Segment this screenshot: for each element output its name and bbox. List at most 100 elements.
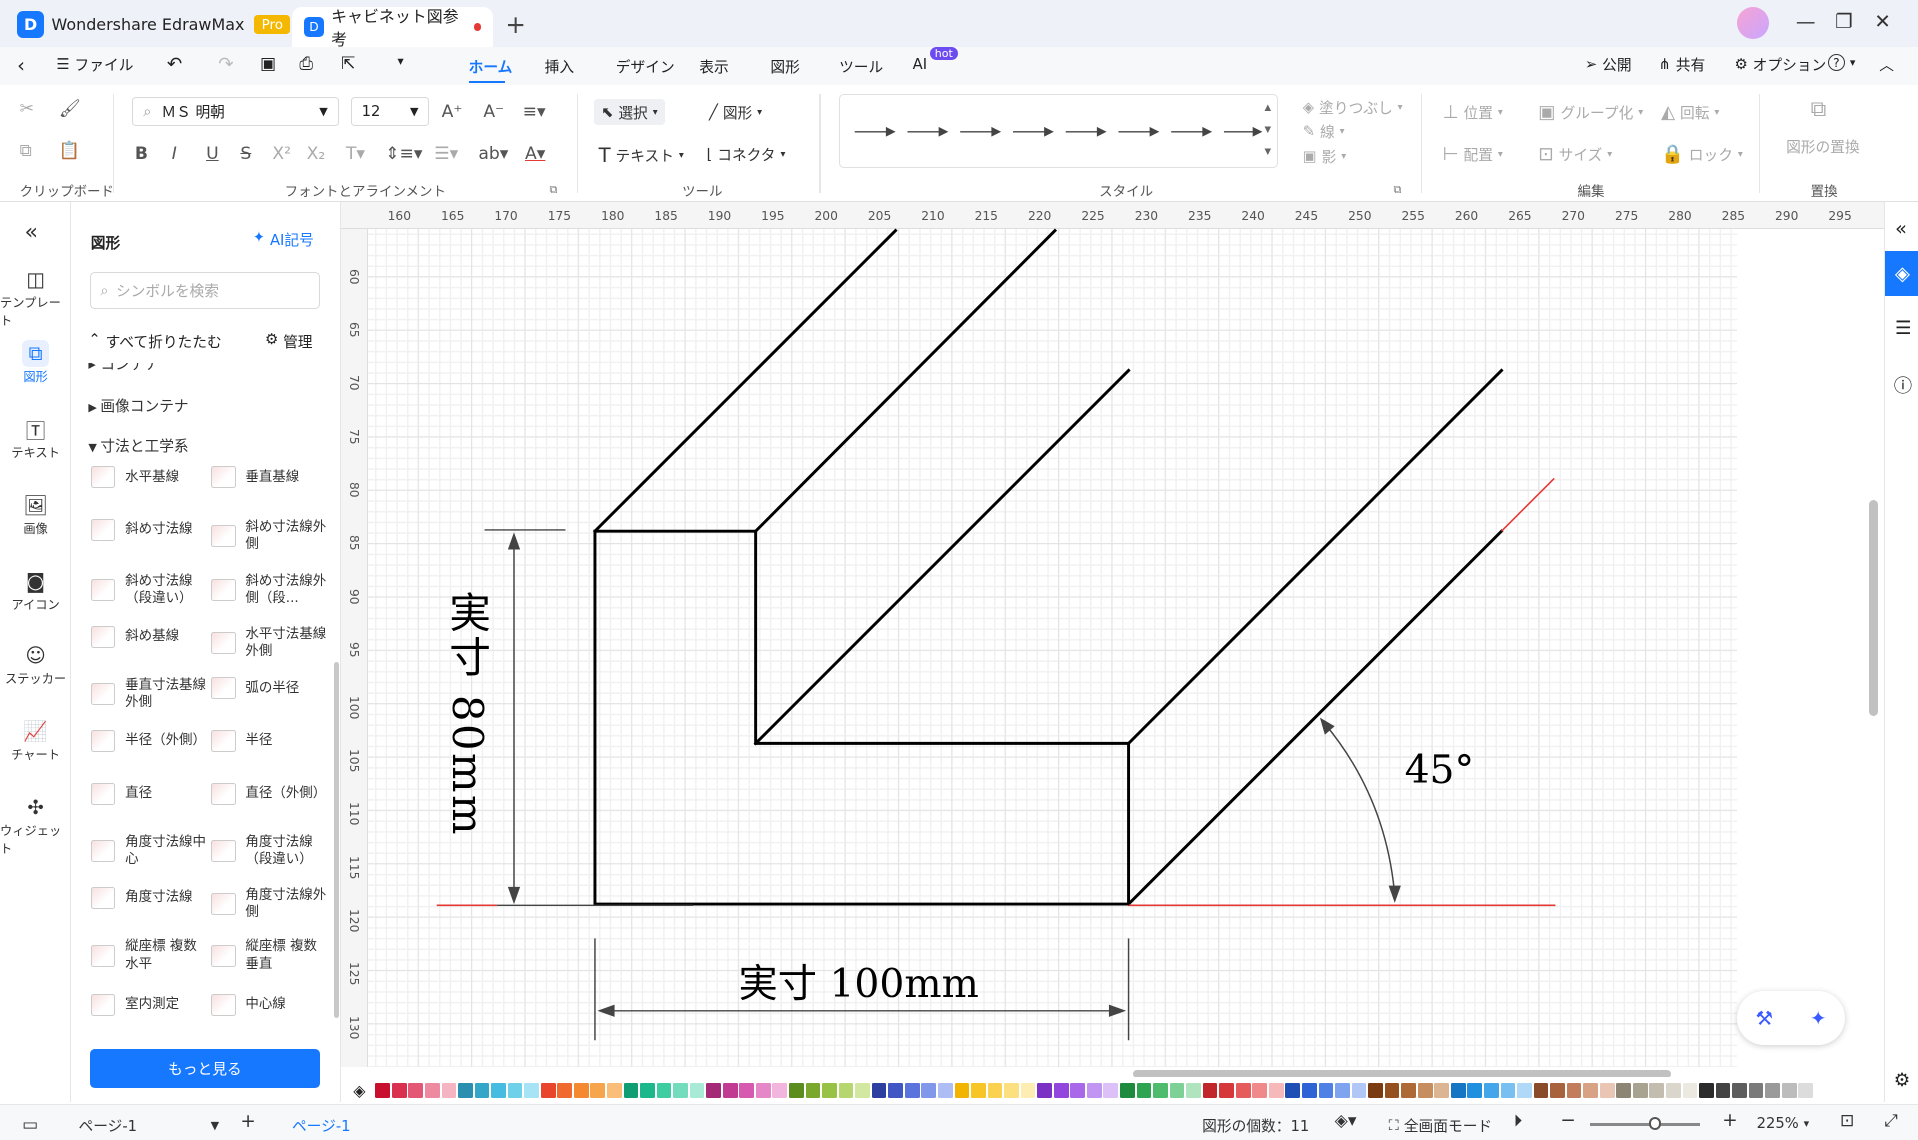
- color-swatch[interactable]: [507, 1083, 523, 1098]
- page-tab-active[interactable]: ページ-1: [292, 1115, 351, 1136]
- depth-edge-step[interactable]: [1126, 368, 1504, 746]
- color-swatch[interactable]: [822, 1083, 837, 1098]
- color-swatch[interactable]: [590, 1083, 606, 1098]
- color-swatch[interactable]: [1103, 1083, 1119, 1098]
- color-swatch[interactable]: [1666, 1083, 1681, 1098]
- color-swatch[interactable]: [1500, 1083, 1516, 1098]
- color-swatch[interactable]: [1004, 1083, 1019, 1098]
- fill-panel-button[interactable]: ◈: [1885, 251, 1918, 296]
- color-swatch[interactable]: [1252, 1083, 1268, 1098]
- extension-line-red[interactable]: [1500, 477, 1555, 532]
- color-swatch[interactable]: [1583, 1083, 1598, 1098]
- color-swatch[interactable]: [1384, 1083, 1400, 1098]
- color-swatch[interactable]: [1566, 1083, 1582, 1098]
- color-swatch[interactable]: [1732, 1083, 1747, 1098]
- color-swatch[interactable]: [1649, 1083, 1665, 1098]
- color-swatch[interactable]: [1517, 1083, 1532, 1098]
- color-swatch[interactable]: [904, 1083, 920, 1098]
- color-swatch[interactable]: [1169, 1083, 1185, 1098]
- color-swatch[interactable]: [640, 1083, 655, 1098]
- color-swatch[interactable]: [1798, 1083, 1814, 1098]
- color-swatch[interactable]: [425, 1083, 440, 1098]
- color-swatch[interactable]: [1434, 1083, 1450, 1098]
- color-swatch[interactable]: [971, 1083, 986, 1098]
- color-swatch[interactable]: [706, 1083, 722, 1098]
- zoom-slider[interactable]: [1589, 1123, 1701, 1126]
- color-swatch[interactable]: [921, 1083, 937, 1098]
- color-swatch[interactable]: [524, 1083, 539, 1098]
- color-swatch[interactable]: [1037, 1083, 1052, 1098]
- front-face-outline[interactable]: [593, 529, 1131, 906]
- color-swatch[interactable]: [441, 1083, 457, 1098]
- magic-wand-icon[interactable]: ⚒: [1755, 1007, 1773, 1030]
- color-swatch[interactable]: [937, 1083, 953, 1098]
- play-icon[interactable]: ⏵: [1514, 1111, 1523, 1131]
- color-swatch[interactable]: [557, 1083, 573, 1098]
- color-swatch[interactable]: [474, 1083, 490, 1098]
- color-swatch[interactable]: [1401, 1083, 1416, 1098]
- color-swatch[interactable]: [1202, 1083, 1218, 1098]
- color-swatch[interactable]: [888, 1083, 904, 1098]
- color-swatch[interactable]: [805, 1083, 821, 1098]
- color-swatch[interactable]: [1285, 1083, 1301, 1098]
- color-swatch[interactable]: [739, 1083, 755, 1098]
- color-swatch[interactable]: [789, 1083, 804, 1098]
- color-swatch[interactable]: [1699, 1083, 1714, 1098]
- page-properties-icon[interactable]: ☰: [1895, 318, 1912, 339]
- color-swatch[interactable]: [391, 1083, 407, 1098]
- color-swatch[interactable]: [772, 1083, 788, 1098]
- color-swatch[interactable]: [1550, 1083, 1565, 1098]
- color-swatch[interactable]: [1053, 1083, 1069, 1098]
- add-page-button[interactable]: +: [240, 1111, 255, 1132]
- layers-icon[interactable]: ◈▾: [1335, 1111, 1357, 1131]
- color-swatch[interactable]: [1450, 1083, 1466, 1098]
- depth-edge-inner[interactable]: [753, 368, 1131, 746]
- fill-bucket-icon[interactable]: ◈: [353, 1081, 365, 1100]
- depth-edge-bottom[interactable]: [1126, 529, 1504, 907]
- color-swatch[interactable]: [1748, 1083, 1764, 1098]
- color-swatch[interactable]: [1632, 1083, 1648, 1098]
- page-layout-icon[interactable]: ▭: [22, 1115, 38, 1135]
- color-swatch[interactable]: [1020, 1083, 1036, 1098]
- color-swatch[interactable]: [871, 1083, 887, 1098]
- sparkle-icon[interactable]: ✦: [1810, 1007, 1826, 1030]
- help-circle-icon[interactable]: ⓘ: [1894, 372, 1912, 398]
- color-swatch[interactable]: [1417, 1083, 1433, 1098]
- color-swatch[interactable]: [1219, 1083, 1234, 1098]
- zoom-in-button[interactable]: +: [1722, 1110, 1737, 1131]
- color-swatch[interactable]: [1153, 1083, 1168, 1098]
- color-swatch[interactable]: [408, 1083, 424, 1098]
- angle-label[interactable]: 45°: [1405, 748, 1475, 793]
- color-swatch[interactable]: [623, 1083, 639, 1098]
- color-swatch[interactable]: [673, 1083, 688, 1098]
- color-swatch[interactable]: [1765, 1083, 1781, 1098]
- color-swatch[interactable]: [1086, 1083, 1102, 1098]
- zoom-slider-handle[interactable]: [1648, 1117, 1661, 1130]
- angle-arc[interactable]: [1324, 723, 1396, 896]
- color-swatch[interactable]: [987, 1083, 1003, 1098]
- color-swatch[interactable]: [375, 1083, 391, 1098]
- color-swatch[interactable]: [540, 1083, 556, 1098]
- color-swatch[interactable]: [573, 1083, 589, 1098]
- color-swatch[interactable]: [1715, 1083, 1731, 1098]
- color-swatch[interactable]: [1351, 1083, 1367, 1098]
- color-swatch[interactable]: [1616, 1083, 1632, 1098]
- color-swatch[interactable]: [607, 1083, 622, 1098]
- color-swatch[interactable]: [689, 1083, 705, 1098]
- color-swatch[interactable]: [1599, 1083, 1615, 1098]
- color-swatch[interactable]: [458, 1083, 473, 1098]
- color-swatch[interactable]: [1682, 1083, 1698, 1098]
- color-swatch[interactable]: [1235, 1083, 1251, 1098]
- zoom-level-select[interactable]: 225% ▾: [1757, 1115, 1810, 1132]
- color-swatch[interactable]: [1301, 1083, 1317, 1098]
- color-swatch[interactable]: [656, 1083, 672, 1098]
- height-dimension-label[interactable]: 実寸 80mm: [442, 591, 494, 837]
- color-swatch[interactable]: [1070, 1083, 1086, 1098]
- depth-edge-top-right[interactable]: [753, 228, 1058, 534]
- color-swatch[interactable]: [755, 1083, 771, 1098]
- color-swatch[interactable]: [855, 1083, 870, 1098]
- expand-panel-icon[interactable]: «: [1895, 217, 1907, 240]
- color-swatch[interactable]: [491, 1083, 506, 1098]
- settings-gear-icon[interactable]: ⚙: [1894, 1070, 1911, 1091]
- page-selector[interactable]: ページ-1 ▼: [79, 1115, 220, 1136]
